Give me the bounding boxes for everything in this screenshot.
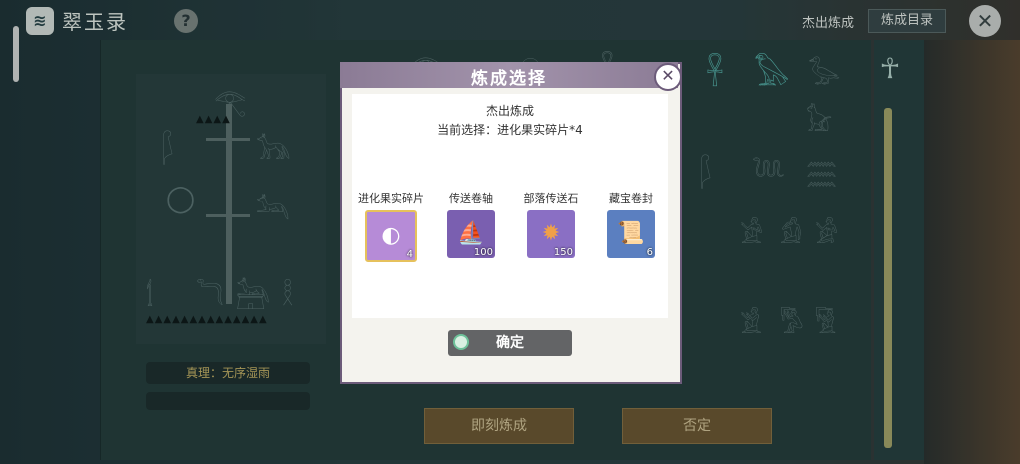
item-teleport-scroll[interactable]: 传送卷轴 ⛵ 100 [436,190,506,258]
current-selection: 当前选择：进化果实碎片*4 [437,123,583,137]
item-count: 6 [646,247,653,258]
item-label: 藏宝卷封 [609,192,653,205]
dialog-close-icon[interactable]: ✕ [654,63,682,91]
dialog-title: 炼成选择 [471,69,547,89]
fire-stone-icon[interactable]: ✹ 150 [527,210,575,258]
item-label: 部落传送石 [523,192,579,205]
confirm-label: 确定 [496,335,524,351]
item-count: 150 [553,247,573,258]
fruit-slice-icon[interactable]: ◐ 4 [365,210,417,262]
dialog-subtitle: 杰出炼成 [485,104,534,118]
scroll-ship-icon[interactable]: ⛵ 100 [447,210,495,258]
confirm-button[interactable]: 确定 [448,330,572,356]
radio-icon [453,334,469,350]
item-count: 100 [473,247,493,258]
item-tribe-stone[interactable]: 部落传送石 ✹ 150 [516,190,586,258]
item-treasure-scroll[interactable]: 藏宝卷封 📜 6 [596,190,666,258]
item-count: 4 [406,249,413,260]
item-label: 传送卷轴 [449,192,493,205]
treasure-scroll-icon[interactable]: 📜 6 [607,210,655,258]
item-label: 进化果实碎片 [358,192,424,205]
item-evolution-fruit[interactable]: 进化果实碎片 ◐ 4 [356,190,426,262]
